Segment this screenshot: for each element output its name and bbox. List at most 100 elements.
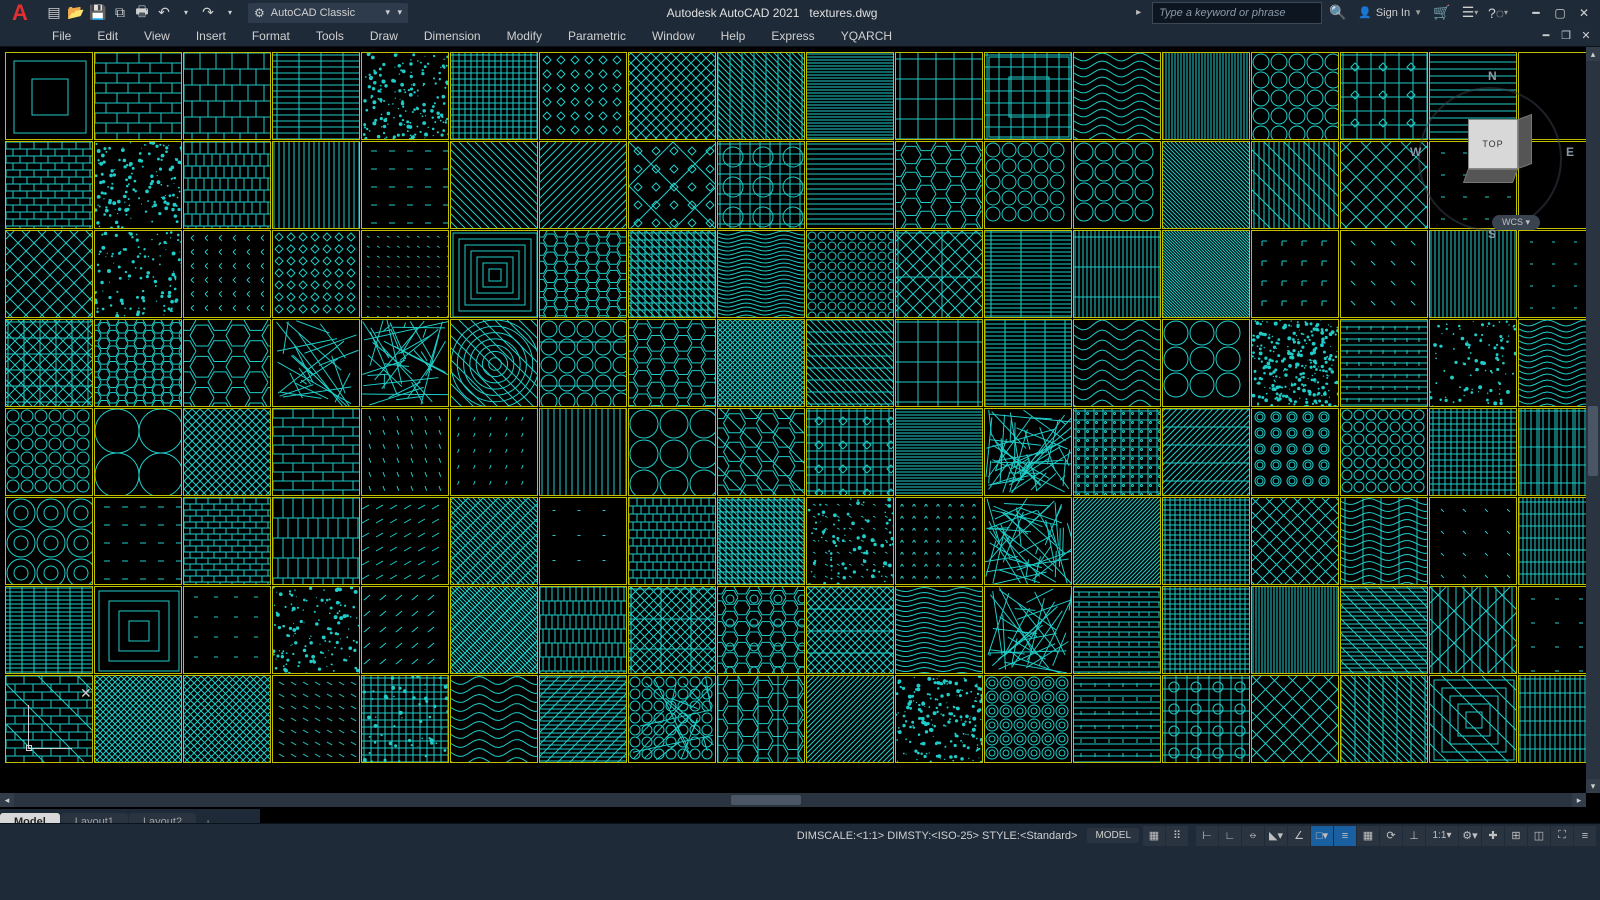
texture-tile — [94, 497, 182, 585]
scroll-right-button[interactable]: ▸ — [1572, 793, 1586, 807]
menu-insert[interactable]: Insert — [184, 27, 238, 45]
menu-yqarch[interactable]: YQARCH — [829, 27, 904, 45]
ucs-icon[interactable]: ✕ — [20, 697, 80, 757]
lineweight-icon[interactable]: ≡ — [1334, 826, 1356, 846]
signin-button[interactable]: 👤 Sign In ▼ — [1354, 6, 1426, 19]
dynamic-ucs-icon[interactable]: ⊥ — [1403, 826, 1425, 846]
scroll-down-button[interactable]: ▾ — [1586, 779, 1600, 793]
texture-tile — [895, 319, 983, 407]
v-scroll-thumb[interactable] — [1588, 406, 1598, 476]
texture-tile — [5, 141, 93, 229]
selection-cycling-icon[interactable]: ⟳ — [1380, 826, 1402, 846]
snap-toggle-icon[interactable]: ⠿ — [1166, 826, 1188, 846]
redo-dropdown-icon[interactable]: ▾ — [220, 3, 240, 23]
osnap-tracking-icon[interactable]: ∠ — [1288, 826, 1310, 846]
texture-tile — [1429, 230, 1517, 318]
help-icon[interactable]: ?◌▾ — [1486, 1, 1510, 25]
transparency-icon[interactable]: ▦ — [1357, 826, 1379, 846]
texture-tile — [895, 586, 983, 674]
menu-view[interactable]: View — [132, 27, 182, 45]
save-icon[interactable]: 💾 — [88, 3, 108, 23]
texture-tile — [1073, 586, 1161, 674]
viewcube-east[interactable]: E — [1566, 145, 1574, 159]
clean-screen-icon[interactable]: ⛶ — [1551, 826, 1573, 846]
undo-dropdown-icon[interactable]: ▾ — [176, 3, 196, 23]
menu-window[interactable]: Window — [640, 27, 707, 45]
texture-tile — [450, 52, 538, 140]
texture-tile — [361, 141, 449, 229]
maximize-button[interactable]: ▢ — [1548, 1, 1572, 25]
drawing-canvas[interactable]: TOP N S W E WCS ▾ ✕ ◂ ▸ ▴ ▾ Model Layout… — [0, 47, 1600, 847]
search-input[interactable]: Type a keyword or phrase — [1152, 2, 1322, 24]
menu-file[interactable]: File — [40, 27, 83, 45]
viewcube-north[interactable]: N — [1488, 69, 1497, 83]
doc-restore-button[interactable]: ❐ — [1556, 27, 1576, 45]
osnap-icon[interactable]: □▾ — [1311, 826, 1333, 846]
isolate-objects-icon[interactable]: ◫ — [1528, 826, 1550, 846]
texture-tile — [628, 497, 716, 585]
redo-icon[interactable]: ↷ — [198, 3, 218, 23]
menu-tools[interactable]: Tools — [304, 27, 356, 45]
annotation-monitor-icon[interactable]: ✚ — [1482, 826, 1504, 846]
menu-help[interactable]: Help — [709, 27, 758, 45]
workspace-dropdown[interactable]: ⚙ AutoCAD Classic ▾ ▾ — [248, 3, 408, 23]
infer-constraints-icon[interactable]: ⊢ — [1196, 826, 1218, 846]
polar-icon[interactable]: ⦵ — [1242, 826, 1264, 846]
status-model-badge[interactable]: MODEL — [1087, 828, 1139, 843]
menu-format[interactable]: Format — [240, 27, 302, 45]
close-button[interactable]: ✕ — [1572, 1, 1596, 25]
play-icon[interactable]: ▸ — [1136, 7, 1148, 19]
user-icon: 👤 — [1358, 6, 1372, 19]
texture-tile — [628, 408, 716, 496]
menu-modify[interactable]: Modify — [495, 27, 554, 45]
app-exchange-icon[interactable]: ☰▾ — [1458, 1, 1482, 25]
texture-tile — [94, 319, 182, 407]
doc-minimize-button[interactable]: ━ — [1536, 27, 1556, 45]
scroll-left-button[interactable]: ◂ — [0, 793, 14, 807]
ortho-icon[interactable]: ∟ — [1219, 826, 1241, 846]
viewcube-top-face[interactable]: TOP — [1468, 119, 1518, 169]
open-icon[interactable]: 📂 — [66, 3, 86, 23]
saveas-icon[interactable]: ⧉ — [110, 3, 130, 23]
menu-draw[interactable]: Draw — [358, 27, 410, 45]
cart-icon[interactable]: 🛒 — [1430, 1, 1454, 25]
search-icon[interactable]: 🔍 — [1326, 1, 1350, 25]
window-title: Autodesk AutoCAD 2021 textures.dwg — [408, 6, 1136, 20]
hardware-accel-icon[interactable]: ⊞ — [1505, 826, 1527, 846]
view-cube[interactable]: TOP N S W E — [1410, 59, 1570, 219]
isodraft-icon[interactable]: ◣▾ — [1265, 826, 1287, 846]
viewcube-west[interactable]: W — [1410, 145, 1421, 159]
menu-edit[interactable]: Edit — [85, 27, 130, 45]
customize-status-icon[interactable]: ≡ — [1574, 826, 1596, 846]
doc-close-button[interactable]: ✕ — [1576, 27, 1596, 45]
menu-express[interactable]: Express — [759, 27, 826, 45]
texture-tile — [1162, 586, 1250, 674]
texture-tile — [183, 230, 271, 318]
texture-tile — [5, 319, 93, 407]
texture-tile — [361, 408, 449, 496]
workspace-switch-icon[interactable]: ⚙▾ — [1459, 826, 1481, 846]
horizontal-scrollbar[interactable]: ◂ ▸ — [0, 793, 1586, 807]
new-icon[interactable]: ▤ — [44, 3, 64, 23]
print-icon[interactable]: 🖶 — [132, 3, 152, 23]
vertical-scrollbar[interactable]: ▴ ▾ — [1586, 47, 1600, 793]
texture-tile — [1251, 230, 1339, 318]
viewcube-south[interactable]: S — [1488, 227, 1496, 241]
status-text: DIMSCALE:<1:1> DIMSTY:<ISO-25> STYLE:<St… — [797, 830, 1078, 842]
texture-tile — [895, 230, 983, 318]
ucs-close-icon[interactable]: ✕ — [80, 685, 92, 702]
menu-dimension[interactable]: Dimension — [412, 27, 493, 45]
signin-label: Sign In — [1376, 7, 1410, 19]
wcs-dropdown[interactable]: WCS ▾ — [1492, 215, 1540, 230]
scroll-up-button[interactable]: ▴ — [1586, 47, 1600, 61]
menu-parametric[interactable]: Parametric — [556, 27, 638, 45]
minimize-button[interactable]: ━ — [1524, 1, 1548, 25]
texture-tile — [1251, 319, 1339, 407]
h-scroll-thumb[interactable] — [731, 795, 801, 805]
undo-icon[interactable]: ↶ — [154, 3, 174, 23]
texture-tile — [806, 141, 894, 229]
app-logo[interactable]: A — [0, 0, 40, 25]
annotation-scale[interactable]: 1:1▾ — [1426, 826, 1458, 846]
texture-tile — [717, 497, 805, 585]
grid-toggle-icon[interactable]: ▦ — [1143, 826, 1165, 846]
